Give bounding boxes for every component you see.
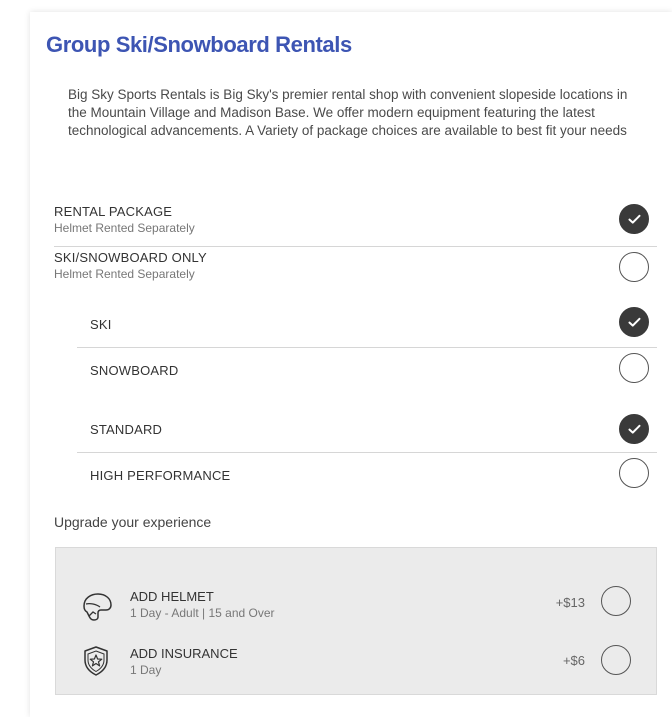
option-subtitle: Helmet Rented Separately [54, 267, 195, 281]
option-subtitle: Helmet Rented Separately [54, 221, 195, 235]
option-title: STANDARD [90, 422, 163, 437]
addon-title: ADD INSURANCE [130, 646, 238, 661]
section-title: Group Ski/Snowboard Rentals [46, 32, 352, 57]
checkmark-icon [628, 424, 641, 434]
option-title: SKI [90, 317, 112, 332]
ski-radio[interactable] [619, 307, 649, 337]
option-high-performance[interactable]: HIGH PERFORMANCE [77, 453, 657, 499]
checkmark-icon [628, 317, 641, 327]
add-insurance-radio[interactable] [601, 645, 631, 675]
addon-price: +$6 [562, 653, 585, 668]
option-title: RENTAL PACKAGE [54, 204, 173, 219]
shield-star-icon [82, 645, 110, 682]
rental-card: Group Ski/Snowboard Rentals Big Sky Spor… [30, 12, 672, 717]
option-title: HIGH PERFORMANCE [90, 468, 231, 483]
addon-helmet[interactable]: ADD HELMET 1 Day - Adult | 15 and Over +… [56, 584, 656, 634]
option-ski[interactable]: SKI [77, 301, 657, 348]
option-rental-package[interactable]: RENTAL PACKAGE Helmet Rented Separately [54, 200, 657, 247]
checkmark-icon [628, 214, 641, 224]
add-helmet-radio[interactable] [601, 586, 631, 616]
addon-insurance[interactable]: ADD INSURANCE 1 Day +$6 [56, 645, 656, 695]
rental-package-radio[interactable] [619, 204, 649, 234]
section-description: Big Sky Sports Rentals is Big Sky's prem… [68, 87, 628, 138]
upgrade-label: Upgrade your experience [54, 514, 212, 530]
helmet-icon [80, 592, 114, 627]
addon-price: +$13 [555, 595, 585, 610]
upgrade-box: ADD HELMET 1 Day - Adult | 15 and Over +… [55, 547, 657, 695]
addon-title: ADD HELMET [130, 589, 214, 604]
snowboard-radio[interactable] [619, 353, 649, 383]
option-snowboard[interactable]: SNOWBOARD [77, 348, 657, 394]
addon-subtitle: 1 Day [130, 663, 162, 677]
option-title: SNOWBOARD [90, 363, 179, 378]
standard-radio[interactable] [619, 414, 649, 444]
ski-snowboard-only-radio[interactable] [619, 252, 649, 282]
option-title: SKI/SNOWBOARD ONLY [54, 250, 207, 265]
option-ski-snowboard-only[interactable]: SKI/SNOWBOARD ONLY Helmet Rented Separat… [54, 247, 657, 293]
option-standard[interactable]: STANDARD [77, 406, 657, 453]
addon-subtitle: 1 Day - Adult | 15 and Over [130, 606, 275, 620]
high-performance-radio[interactable] [619, 458, 649, 488]
